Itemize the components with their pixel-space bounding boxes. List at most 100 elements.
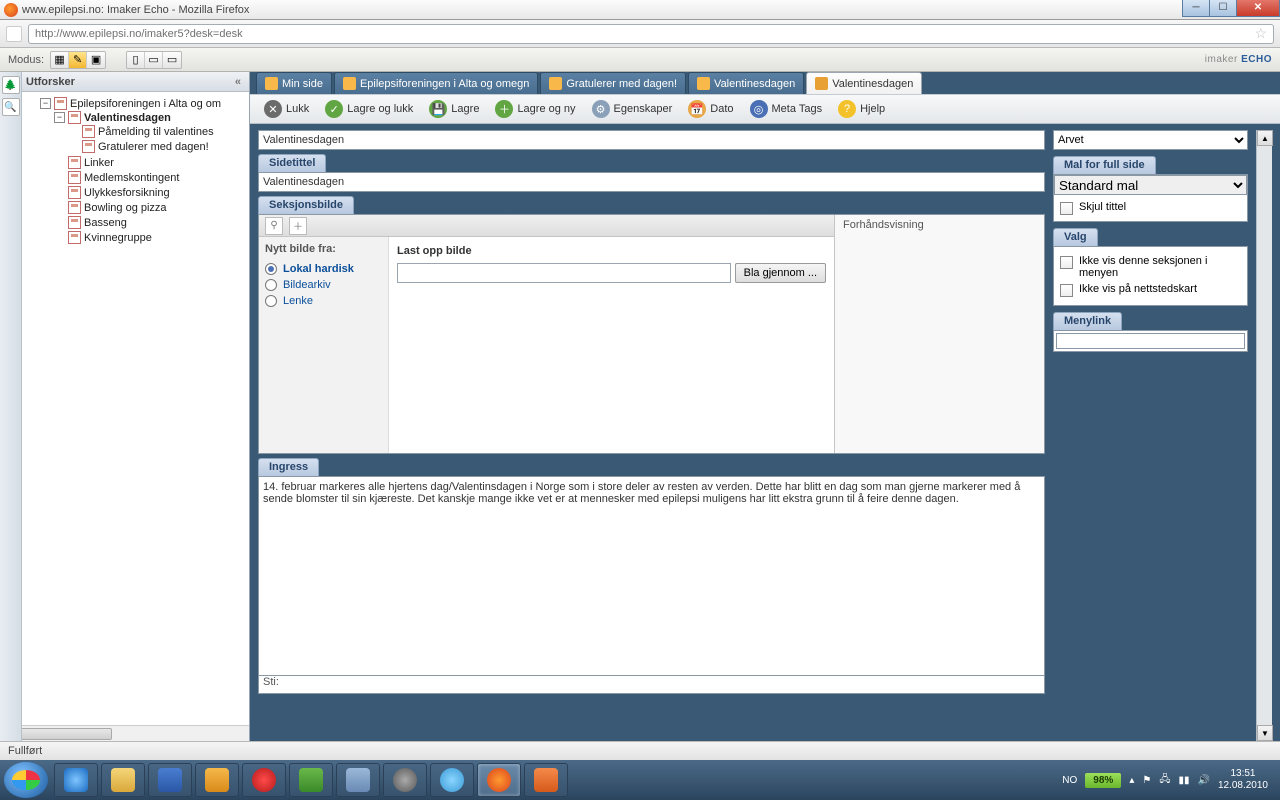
save-button[interactable]: 💾Lagre [425,98,483,120]
taskbar: NO 98% ▴ ⚑ 🖧 ▮▮ 🔊 13:51 12.08.2010 [0,760,1280,800]
upload-title: Last opp bilde [397,245,826,257]
radio-arkiv[interactable]: Bildearkiv [265,277,382,293]
sidetittel-input[interactable] [258,172,1045,192]
taskbar-calc[interactable] [336,763,380,797]
checkbox[interactable] [1060,284,1073,297]
taskbar-ie[interactable] [54,763,98,797]
tool-tree-icon[interactable]: 🌲 [2,76,20,94]
url-input[interactable]: http://www.epilepsi.no/imaker5?desk=desk… [28,24,1274,44]
page-icon [54,97,67,110]
tree-node[interactable]: Kvinnegruppe [54,231,247,244]
taskbar-word[interactable] [148,763,192,797]
tab-gratulerer[interactable]: Gratulerer med dagen! [540,72,686,94]
expand-icon[interactable]: − [54,112,65,123]
taskbar-excel[interactable] [289,763,333,797]
bookmark-star-icon[interactable]: ☆ [1254,25,1267,42]
save-new-icon: ＋ [495,100,513,118]
window-maximize-button[interactable] [1209,0,1237,17]
tree-node[interactable]: Gratulerer med dagen! [68,140,247,153]
taskbar-opera[interactable] [242,763,286,797]
taskbar-itunes[interactable] [430,763,474,797]
tree-node[interactable]: Basseng [54,216,247,229]
scroll-down-icon[interactable]: ▼ [1257,725,1273,741]
checkbox[interactable] [1060,202,1073,215]
content-vscrollbar[interactable]: ▲ ▼ [1256,130,1272,741]
tray-chevron-icon[interactable]: ▴ [1129,775,1134,786]
taskbar-app[interactable] [383,763,427,797]
modus-btn-3[interactable]: ▣ [87,52,105,68]
taskbar-explorer[interactable] [101,763,145,797]
layout-btn-3[interactable]: ▭ [163,52,181,68]
arvet-select[interactable]: Arvet [1053,130,1248,150]
radio-lenke[interactable]: Lenke [265,293,382,309]
sidebar-collapse-icon[interactable]: « [235,76,241,88]
meta-button[interactable]: ◎Meta Tags [746,98,827,120]
window-minimize-button[interactable] [1182,0,1210,17]
anchor-icon[interactable]: ⚲ [265,217,283,235]
valg-tab: Valg [1053,228,1098,246]
status-bar: Fullført [0,741,1280,760]
tree-label: Basseng [84,217,127,229]
editor-side: Arvet Mal for full side Standard mal Skj… [1053,130,1248,741]
tray-network-icon[interactable]: 🖧 [1159,772,1170,789]
menylink-input[interactable] [1056,333,1245,349]
page-icon [815,77,828,90]
radio-local[interactable]: Lokal hardisk [265,261,382,277]
taskbar-paint[interactable] [524,763,568,797]
add-image-icon[interactable]: ＋ [289,217,307,235]
tree-label: Gratulerer med dagen! [98,141,209,153]
browse-button[interactable]: Bla gjennom ... [735,263,826,283]
tree-node[interactable]: − Valentinesdagen [54,111,247,124]
mal-select[interactable]: Standard mal [1054,175,1247,195]
save-new-button[interactable]: ＋Lagre og ny [491,98,579,120]
help-button[interactable]: ?Hjelp [834,98,889,120]
tab-org[interactable]: Epilepsiforeningen i Alta og omegn [334,72,538,94]
seksjonsbilde-tab: Seksjonsbilde [258,196,354,214]
sidetittel-tab: Sidetittel [258,154,326,172]
title-input[interactable] [258,130,1045,150]
properties-button[interactable]: ⚙Egenskaper [588,98,677,120]
expand-icon[interactable]: − [40,98,51,109]
page-icon [68,216,81,229]
tab-valentines-1[interactable]: Valentinesdagen [688,72,804,94]
tray-volume-icon[interactable]: 🔊 [1197,775,1209,786]
tree-label: Valentinesdagen [84,112,171,124]
modus-btn-1[interactable]: ▦ [51,52,69,68]
checkbox[interactable] [1060,256,1073,269]
tool-search-icon[interactable]: 🔍 [2,98,20,116]
scroll-up-icon[interactable]: ▲ [1257,130,1273,146]
mal-tab: Mal for full side [1053,156,1156,174]
tree-node[interactable]: Ulykkesforsikning [54,186,247,199]
calendar-icon: 📅 [688,100,706,118]
date-button[interactable]: 📅Dato [684,98,737,120]
window-close-button[interactable] [1236,0,1280,17]
ingress-textarea[interactable]: 14. februar markeres alle hjertens dag/V… [258,476,1045,676]
lang-indicator[interactable]: NO [1062,775,1077,786]
clock[interactable]: 13:51 12.08.2010 [1218,768,1276,792]
taskbar-firefox[interactable] [477,763,521,797]
upload-path-input[interactable] [397,263,731,283]
start-button[interactable] [4,762,48,798]
tab-minside[interactable]: Min side [256,72,332,94]
close-button[interactable]: ✕Lukk [260,98,313,120]
battery-indicator[interactable]: 98% [1085,773,1121,788]
tree-node[interactable]: − Epilepsiforeningen i Alta og om [40,97,247,110]
tray-wifi-icon[interactable]: ▮▮ [1178,775,1189,786]
skjul-label: Skjul tittel [1079,201,1126,213]
layout-btn-2[interactable]: ▭ [145,52,163,68]
tray-flag-icon[interactable]: ⚑ [1142,775,1151,786]
properties-icon: ⚙ [592,100,610,118]
save-close-button[interactable]: ✓Lagre og lukk [321,98,417,120]
modus-btn-2[interactable]: ✎ [69,52,87,68]
sidebar-hscrollbar[interactable] [0,725,249,741]
tab-valentines-2[interactable]: Valentinesdagen [806,72,922,94]
tree-node[interactable]: Linker [54,156,247,169]
tree-node[interactable]: Bowling og pizza [54,201,247,214]
layout-btn-1[interactable]: ▯ [127,52,145,68]
taskbar-outlook[interactable] [195,763,239,797]
status-text: Fullført [8,745,42,757]
meta-icon: ◎ [750,100,768,118]
tree-node[interactable]: Påmelding til valentines [68,125,247,138]
page-icon [68,231,81,244]
tree-node[interactable]: Medlemskontingent [54,171,247,184]
